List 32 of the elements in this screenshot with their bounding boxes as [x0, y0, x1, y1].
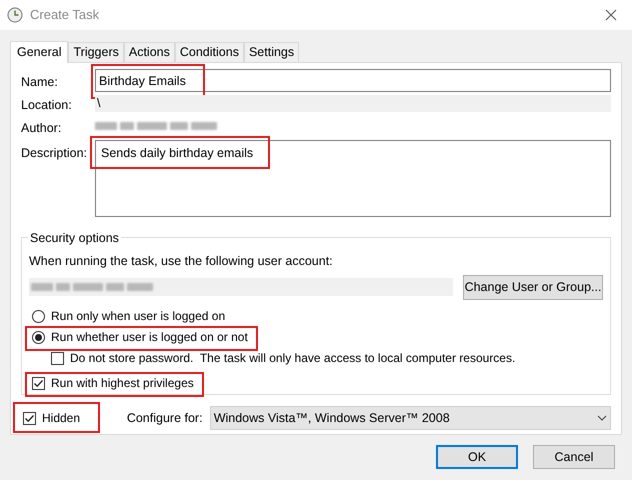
field-label: Description: — [21, 145, 88, 162]
option-label: Run only when user is logged on — [51, 308, 226, 326]
tab[interactable]: Triggers — [68, 42, 124, 62]
tab[interactable]: Conditions — [174, 42, 244, 62]
chevron-down-icon — [597, 415, 608, 421]
option-label: Run with highest privileges — [51, 375, 194, 392]
checkbox[interactable] — [23, 412, 36, 424]
field-label: Location: — [21, 97, 73, 114]
window-title: Create Task — [30, 6, 100, 24]
field-label: Author: — [21, 120, 62, 137]
account-prompt: When running the task, use the following user account: — [29, 253, 334, 270]
tab[interactable]: General — [10, 41, 68, 63]
option-label: Run whether user is logged on or not — [51, 329, 248, 346]
readonly-field: \ — [95, 95, 611, 112]
input-field[interactable]: Birthday Emails — [95, 69, 611, 92]
configure-dropdown[interactable]: Windows Vista™, Windows Server™ 2008 — [210, 406, 612, 430]
dialog-button[interactable]: Cancel — [533, 445, 615, 469]
radio-button[interactable] — [32, 310, 45, 323]
hidden-label: Hidden — [42, 410, 80, 427]
checkbox[interactable] — [32, 376, 45, 390]
tab[interactable]: Settings — [244, 42, 300, 62]
dialog-button[interactable]: OK — [436, 445, 518, 469]
clock-icon — [7, 7, 23, 23]
change-user-button[interactable]: Change User or Group... — [463, 274, 603, 300]
description-field[interactable]: Sends daily birthday emails — [95, 140, 611, 217]
configure-label: Configure for: — [126, 410, 204, 427]
field-label: Name: — [21, 74, 59, 91]
radio-button[interactable] — [32, 330, 45, 344]
dropdown-value: Windows Vista™, Windows Server™ 2008 — [214, 410, 450, 427]
checkbox[interactable] — [51, 352, 64, 365]
option-label: Do not store password. The task will only have access to local computer resources. — [70, 350, 516, 368]
tab[interactable]: Actions — [124, 42, 175, 62]
